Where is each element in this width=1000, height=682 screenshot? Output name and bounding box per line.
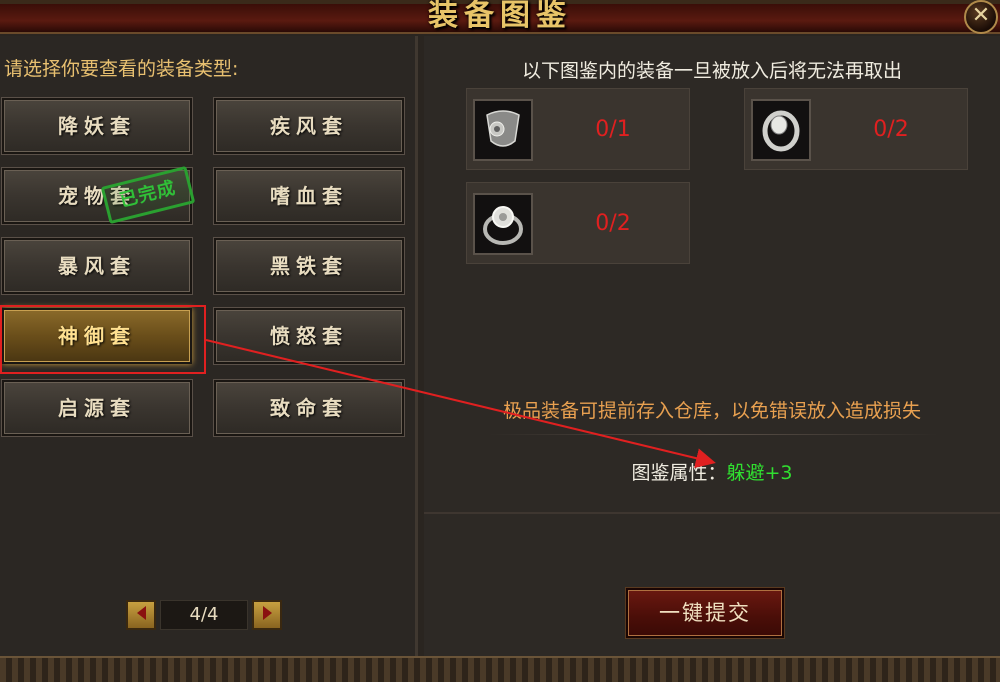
next-page-button[interactable] [252, 600, 282, 630]
window-title: 装备图鉴 [428, 0, 572, 33]
set-button-qiyuan[interactable]: 启源套 [2, 380, 192, 436]
set-type-prompt: 请选择你要查看的装备类型: [4, 58, 239, 80]
codex-notice: 以下图鉴内的装备一旦被放入后将无法再取出 [521, 60, 902, 82]
titlebar: 装备图鉴 ✕ [0, 0, 1000, 34]
warning-tip: 极品装备可提前存入仓库，以免错误放入造成损失 [502, 400, 921, 422]
close-icon: ✕ [971, 3, 991, 28]
set-button-baofeng[interactable]: 暴风套 [2, 238, 192, 294]
equipment-slot-3[interactable]: 0/2 [466, 182, 690, 264]
equipment-codex-window: 装备图鉴 ✕ 请选择你要查看的装备类型: 降妖套 疾风套 宠物套 嗜血套 暴风套… [0, 0, 1000, 682]
set-button-jifeng[interactable]: 疾风套 [214, 98, 404, 154]
set-button-fennu[interactable]: 愤怒套 [214, 308, 404, 364]
arrow-right-icon [262, 606, 272, 620]
set-button-shixue[interactable]: 嗜血套 [214, 168, 404, 224]
codex-slots-area: 以下图鉴内的装备一旦被放入后将无法再取出 0/1 0/2 0/2 极品装备可提前… [424, 36, 1000, 514]
set-button-shenyu-selected[interactable]: 神御套 [2, 308, 192, 364]
pager: 4/4 [126, 600, 282, 632]
bottom-border [0, 656, 1000, 682]
ring-icon [473, 193, 533, 255]
bracelet-icon [751, 99, 811, 161]
equipment-slot-2[interactable]: 0/2 [744, 88, 968, 170]
set-button-heitie[interactable]: 黑铁套 [214, 238, 404, 294]
divider [488, 434, 938, 435]
arrow-left-icon [136, 606, 146, 620]
set-type-panel: 请选择你要查看的装备类型: 降妖套 疾风套 宠物套 嗜血套 暴风套 黑铁套 神御… [0, 36, 418, 656]
set-button-xiangyao[interactable]: 降妖套 [2, 98, 192, 154]
slot-count: 0/2 [595, 211, 631, 236]
attribute-label: 图鉴属性： [631, 462, 727, 484]
prev-page-button[interactable] [126, 600, 156, 630]
set-button-zhiming[interactable]: 致命套 [214, 380, 404, 436]
submit-all-button[interactable]: 一键提交 [626, 588, 784, 638]
slot-count: 0/2 [873, 117, 909, 142]
codex-attribute: 图鉴属性：躲避+3 [424, 458, 1000, 485]
codex-detail-panel: 以下图鉴内的装备一旦被放入后将无法再取出 0/1 0/2 0/2 极品装备可提前… [424, 36, 1000, 656]
close-button[interactable]: ✕ [964, 0, 998, 34]
page-indicator: 4/4 [160, 600, 248, 630]
necklace-icon [473, 99, 533, 161]
equipment-slot-1[interactable]: 0/1 [466, 88, 690, 170]
attribute-value: 躲避+3 [726, 462, 793, 484]
slot-count: 0/1 [595, 117, 631, 142]
